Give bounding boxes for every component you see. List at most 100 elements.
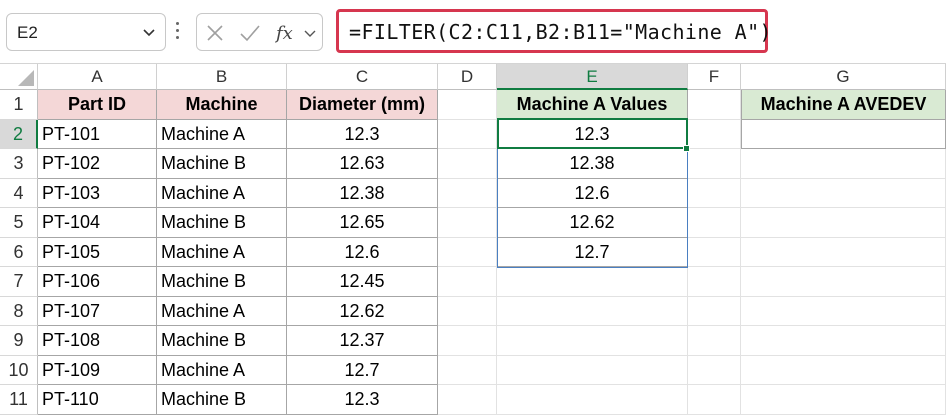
row-header-4[interactable]: 4	[0, 178, 38, 208]
empty-cell-d[interactable]	[438, 119, 497, 149]
empty-cell-e[interactable]	[497, 385, 688, 415]
table-cell-part-id[interactable]: PT-105	[38, 237, 157, 267]
empty-cell-e[interactable]	[497, 326, 688, 356]
row-header-2[interactable]: 2	[0, 119, 38, 149]
row-header-5[interactable]: 5	[0, 208, 38, 238]
empty-cell-f[interactable]	[688, 208, 741, 238]
table-cell-diameter[interactable]: 12.3	[287, 119, 438, 149]
header-cell-machine-a-avedev[interactable]: Machine A AVEDEV	[741, 90, 946, 120]
empty-cell-f[interactable]	[688, 178, 741, 208]
empty-cell-d[interactable]	[438, 326, 497, 356]
empty-cell-g[interactable]	[741, 385, 946, 415]
table-cell-diameter[interactable]: 12.6	[287, 237, 438, 267]
name-box[interactable]: E2	[6, 13, 166, 51]
row-header-3[interactable]: 3	[0, 149, 38, 179]
filtered-value-cell[interactable]: 12.7	[497, 237, 688, 267]
empty-cell-d[interactable]	[438, 355, 497, 385]
table-cell-diameter[interactable]: 12.45	[287, 267, 438, 297]
table-cell-part-id[interactable]: PT-110	[38, 385, 157, 415]
table-cell-machine[interactable]: Machine B	[157, 385, 287, 415]
column-header-a[interactable]: A	[38, 64, 157, 90]
empty-cell-f[interactable]	[688, 326, 741, 356]
empty-cell-d[interactable]	[438, 237, 497, 267]
empty-cell-e[interactable]	[497, 355, 688, 385]
table-cell-part-id[interactable]: PT-104	[38, 208, 157, 238]
empty-cell-d[interactable]	[438, 178, 497, 208]
table-cell-diameter[interactable]: 12.37	[287, 326, 438, 356]
filtered-value-cell[interactable]: 12.62	[497, 208, 688, 238]
fill-handle[interactable]	[683, 145, 690, 152]
more-options-icon[interactable]	[176, 22, 180, 42]
table-cell-machine[interactable]: Machine A	[157, 178, 287, 208]
cancel-x-icon[interactable]	[205, 23, 225, 43]
table-cell-part-id[interactable]: PT-101	[38, 119, 157, 149]
column-header-g[interactable]: G	[741, 64, 946, 90]
chevron-down-icon[interactable]	[141, 24, 157, 40]
avedev-result-cell[interactable]	[741, 119, 946, 149]
table-cell-machine[interactable]: Machine B	[157, 208, 287, 238]
empty-cell-g[interactable]	[741, 178, 946, 208]
empty-cell-g[interactable]	[741, 237, 946, 267]
empty-cell-d[interactable]	[438, 296, 497, 326]
insert-function-icon[interactable]: fx	[275, 21, 297, 45]
empty-cell-f[interactable]	[688, 296, 741, 326]
filtered-value-cell[interactable]: 12.38	[497, 149, 688, 179]
filtered-value-cell[interactable]: 12.6	[497, 178, 688, 208]
empty-cell-f[interactable]	[688, 237, 741, 267]
empty-cell-g[interactable]	[741, 267, 946, 297]
table-cell-part-id[interactable]: PT-108	[38, 326, 157, 356]
table-cell-part-id[interactable]: PT-103	[38, 178, 157, 208]
empty-cell-f[interactable]	[688, 355, 741, 385]
confirm-check-icon[interactable]	[239, 23, 261, 43]
empty-cell-d[interactable]	[438, 385, 497, 415]
formula-input[interactable]: =FILTER(C2:C11,B2:B11="Machine A")	[336, 9, 772, 53]
empty-cell-d[interactable]	[438, 208, 497, 238]
cell-f1[interactable]	[688, 90, 741, 120]
empty-cell-f[interactable]	[688, 149, 741, 179]
column-header-e[interactable]: E	[497, 64, 688, 90]
select-all-corner[interactable]	[0, 64, 38, 90]
table-cell-diameter[interactable]: 12.63	[287, 149, 438, 179]
empty-cell-f[interactable]	[688, 385, 741, 415]
filtered-value-cell[interactable]: 12.3	[497, 119, 688, 149]
table-cell-diameter[interactable]: 12.3	[287, 385, 438, 415]
empty-cell-f[interactable]	[688, 119, 741, 149]
row-header-11[interactable]: 11	[0, 385, 38, 415]
row-header-8[interactable]: 8	[0, 296, 38, 326]
empty-cell-e[interactable]	[497, 296, 688, 326]
table-cell-diameter[interactable]: 12.38	[287, 178, 438, 208]
table-cell-machine[interactable]: Machine A	[157, 237, 287, 267]
column-header-b[interactable]: B	[157, 64, 287, 90]
table-cell-machine[interactable]: Machine A	[157, 355, 287, 385]
table-cell-diameter[interactable]: 12.65	[287, 208, 438, 238]
table-cell-machine[interactable]: Machine B	[157, 149, 287, 179]
row-header-9[interactable]: 9	[0, 326, 38, 356]
table-cell-machine[interactable]: Machine B	[157, 267, 287, 297]
empty-cell-g[interactable]	[741, 326, 946, 356]
header-cell-machine-a-values[interactable]: Machine A Values	[497, 90, 688, 120]
row-header-10[interactable]: 10	[0, 355, 38, 385]
row-header-6[interactable]: 6	[0, 237, 38, 267]
header-cell-machine[interactable]: Machine	[157, 90, 287, 120]
empty-cell-d[interactable]	[438, 267, 497, 297]
empty-cell-g[interactable]	[741, 208, 946, 238]
empty-cell-g[interactable]	[741, 355, 946, 385]
expand-chevron-icon[interactable]	[303, 26, 317, 40]
table-cell-diameter[interactable]: 12.62	[287, 296, 438, 326]
header-cell-diameter[interactable]: Diameter (mm)	[287, 90, 438, 120]
table-cell-part-id[interactable]: PT-102	[38, 149, 157, 179]
table-cell-machine[interactable]: Machine A	[157, 296, 287, 326]
empty-cell-g[interactable]	[741, 149, 946, 179]
table-cell-machine[interactable]: Machine B	[157, 326, 287, 356]
column-header-d[interactable]: D	[438, 64, 497, 90]
empty-cell-e[interactable]	[497, 267, 688, 297]
empty-cell-f[interactable]	[688, 267, 741, 297]
row-header-1[interactable]: 1	[0, 90, 38, 120]
table-cell-part-id[interactable]: PT-109	[38, 355, 157, 385]
empty-cell-d[interactable]	[438, 149, 497, 179]
cell-d1[interactable]	[438, 90, 497, 120]
row-header-7[interactable]: 7	[0, 267, 38, 297]
column-header-c[interactable]: C	[287, 64, 438, 90]
table-cell-part-id[interactable]: PT-106	[38, 267, 157, 297]
table-cell-machine[interactable]: Machine A	[157, 119, 287, 149]
